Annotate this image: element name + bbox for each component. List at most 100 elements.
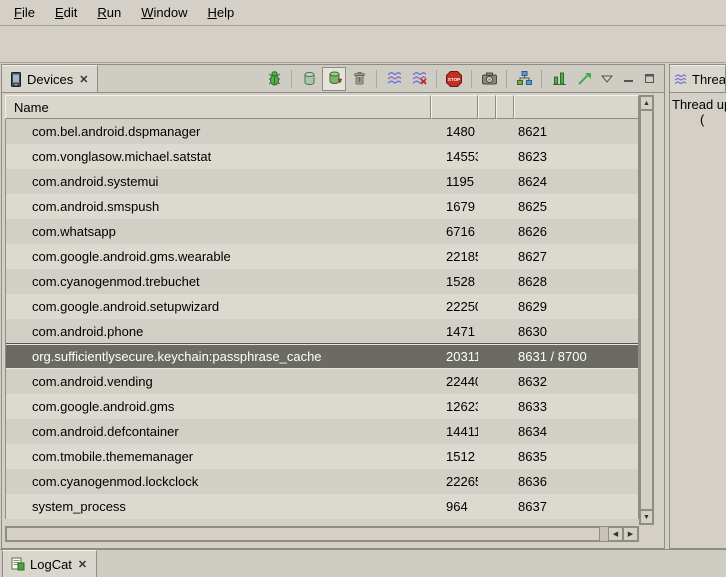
debug-process-icon[interactable]: [262, 67, 286, 91]
cause-gc-icon[interactable]: [347, 67, 371, 91]
hierarchy-view-icon[interactable]: [512, 67, 536, 91]
device-table-body: com.bel.android.dspmanager 1480 8621 com…: [5, 119, 639, 519]
method-profiling-icon[interactable]: [407, 67, 431, 91]
tab-threads[interactable]: Threa: [670, 65, 726, 92]
cell-name: com.android.systemui: [6, 174, 431, 189]
horizontal-scrollbar[interactable]: ◀ ▶: [5, 526, 639, 542]
horizontal-scrollbar-thumb[interactable]: [6, 527, 600, 541]
table-row[interactable]: com.google.android.setupwizard 22250 862…: [6, 294, 638, 319]
table-row[interactable]: com.android.vending 22440 8632: [6, 369, 638, 394]
column-header-b[interactable]: [496, 95, 514, 119]
cell-port: 8636: [514, 474, 638, 489]
cell-port: 8625: [514, 199, 638, 214]
tab-logcat[interactable]: LogCat ✕: [2, 550, 97, 577]
table-row[interactable]: com.google.android.gms.wearable 22185 86…: [6, 244, 638, 269]
logcat-icon: [11, 557, 25, 571]
scroll-left-icon[interactable]: ◀: [608, 527, 623, 541]
column-header-port[interactable]: [514, 95, 639, 119]
cell-name: com.tmobile.thememanager: [6, 449, 431, 464]
menu-file[interactable]: File: [4, 2, 45, 23]
horizontal-scrollbar-track[interactable]: [6, 527, 608, 541]
cell-name: com.whatsapp: [6, 224, 431, 239]
device-table: Name com.bel.android.dspmanager 1480 862…: [5, 95, 655, 542]
view-menu-icon[interactable]: [597, 69, 617, 89]
table-row[interactable]: com.whatsapp 6716 8626: [6, 219, 638, 244]
menu-edit[interactable]: Edit: [45, 2, 87, 23]
table-row[interactable]: com.bel.android.dspmanager 1480 8621: [6, 119, 638, 144]
table-row[interactable]: com.cyanogenmod.lockclock 22265 8636: [6, 469, 638, 494]
cell-port: 8627: [514, 249, 638, 264]
tab-logcat-label: LogCat: [30, 557, 72, 572]
cell-pid: 14411: [431, 424, 478, 439]
tab-devices-label: Devices: [27, 72, 73, 87]
menu-run[interactable]: Run: [87, 2, 131, 23]
cell-name: org.sufficientlysecure.keychain:passphra…: [6, 349, 431, 364]
toolbar-separator: [376, 70, 377, 88]
threads-icon: [674, 73, 687, 86]
cell-name: com.android.smspush: [6, 199, 431, 214]
scroll-up-icon[interactable]: ▲: [640, 96, 653, 110]
cell-name: com.vonglasow.michael.satstat: [6, 149, 431, 164]
cell-name: system_process: [6, 499, 431, 514]
table-row[interactable]: org.sufficientlysecure.keychain:passphra…: [6, 344, 638, 369]
ddms-window: File Edit Run Window Help Devices ✕: [0, 0, 726, 577]
toolbar-separator: [541, 70, 542, 88]
cell-pid: 14553: [431, 149, 478, 164]
column-header-name[interactable]: Name: [5, 95, 431, 119]
tab-threads-label: Threa: [692, 72, 726, 87]
table-row[interactable]: com.android.smspush 1679 8625: [6, 194, 638, 219]
cell-pid: 1471: [431, 324, 478, 339]
column-header-pid[interactable]: [431, 95, 478, 119]
cell-port: 8624: [514, 174, 638, 189]
cell-name: com.cyanogenmod.lockclock: [6, 474, 431, 489]
table-row[interactable]: com.cyanogenmod.trebuchet 1528 8628: [6, 269, 638, 294]
menu-window[interactable]: Window: [131, 2, 197, 23]
tab-logcat-close-icon[interactable]: ✕: [77, 558, 88, 571]
update-threads-icon[interactable]: [382, 67, 406, 91]
opengl-trace-icon[interactable]: [572, 67, 596, 91]
screen-capture-icon[interactable]: [477, 67, 501, 91]
table-row[interactable]: com.android.defcontainer 14411 8634: [6, 419, 638, 444]
cell-name: com.google.android.setupwizard: [6, 299, 431, 314]
table-row[interactable]: system_process 964 8637: [6, 494, 638, 519]
dump-hprof-icon[interactable]: [322, 67, 346, 91]
minimize-icon[interactable]: [618, 69, 638, 89]
table-row[interactable]: com.vonglasow.michael.satstat 14553 8623: [6, 144, 638, 169]
main-toolbar: [0, 26, 726, 63]
tab-devices-close-icon[interactable]: ✕: [78, 73, 89, 86]
table-row[interactable]: com.android.systemui 1195 8624: [6, 169, 638, 194]
cell-pid: 964: [431, 499, 478, 514]
scroll-right-icon[interactable]: ▶: [623, 527, 638, 541]
update-heap-icon[interactable]: [297, 67, 321, 91]
menu-help[interactable]: Help: [197, 2, 244, 23]
cell-port: 8629: [514, 299, 638, 314]
systrace-icon[interactable]: [547, 67, 571, 91]
threads-message-line2: (: [672, 112, 726, 127]
table-header: Name: [5, 95, 639, 119]
toolbar-separator: [436, 70, 437, 88]
tab-devices[interactable]: Devices ✕: [2, 65, 98, 92]
cell-pid: 22185: [431, 249, 478, 264]
cell-port: 8634: [514, 424, 638, 439]
column-header-a[interactable]: [478, 95, 496, 119]
cell-port: 8633: [514, 399, 638, 414]
cell-pid: 22250: [431, 299, 478, 314]
svg-text:STOP: STOP: [448, 77, 460, 82]
cell-port: 8635: [514, 449, 638, 464]
toolbar-separator: [506, 70, 507, 88]
cell-pid: 1195: [431, 174, 478, 189]
vertical-scrollbar-thumb[interactable]: [640, 110, 653, 510]
table-row[interactable]: com.google.android.gms 12623 8633: [6, 394, 638, 419]
table-row[interactable]: com.tmobile.thememanager 1512 8635: [6, 444, 638, 469]
stop-process-icon[interactable]: STOP: [442, 67, 466, 91]
toolbar-separator: [291, 70, 292, 88]
cell-name: com.android.defcontainer: [6, 424, 431, 439]
devices-tabbar: Devices ✕: [2, 65, 664, 93]
scroll-down-icon[interactable]: ▼: [640, 510, 653, 524]
table-row[interactable]: com.android.phone 1471 8630: [6, 319, 638, 344]
maximize-icon[interactable]: [639, 69, 659, 89]
device-icon: [10, 72, 22, 87]
cell-name: com.google.android.gms.wearable: [6, 249, 431, 264]
vertical-scrollbar[interactable]: ▲ ▼: [639, 95, 654, 525]
threads-view: Threa Thread up (: [669, 64, 726, 549]
